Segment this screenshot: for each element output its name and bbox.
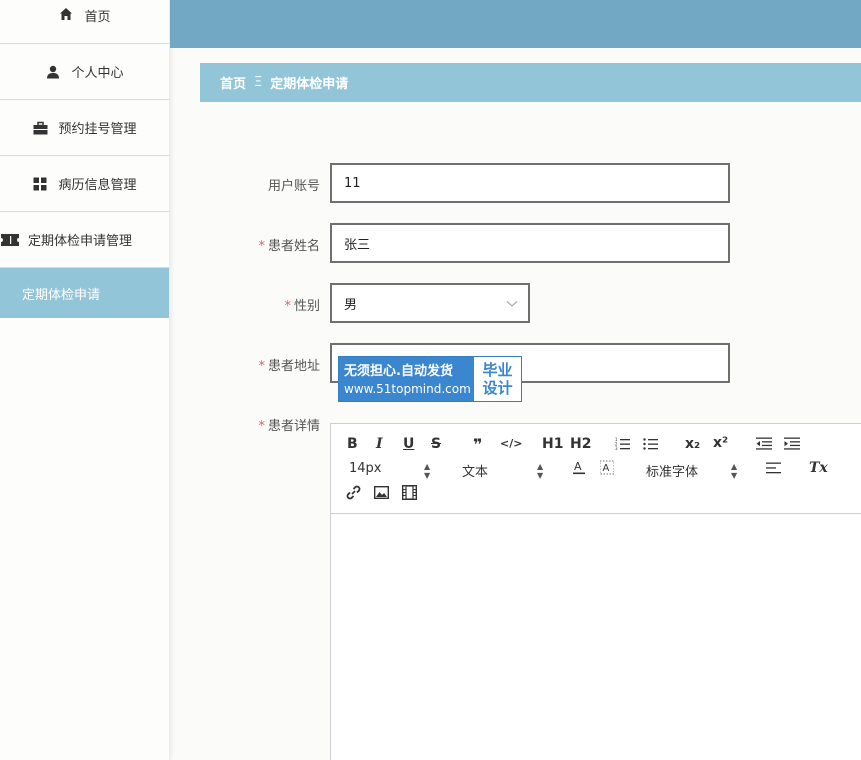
gender-label: * 性别 xyxy=(284,295,320,314)
svg-text:A: A xyxy=(574,460,582,473)
font-size-select[interactable]: 14px xyxy=(349,461,382,476)
h1-button[interactable]: H1 xyxy=(542,436,563,452)
name-value: 张三 xyxy=(344,237,371,253)
clear-format-button[interactable]: Tx xyxy=(809,460,828,476)
font-family-caret-icon: ▲ ▼ xyxy=(731,462,738,480)
sidebar-item-checkup-management[interactable]: 定期体检申请管理 xyxy=(0,212,169,268)
chevron-down-icon xyxy=(506,297,518,312)
sidebar-subitem-checkup-apply[interactable]: 定期体检申请 xyxy=(0,268,169,318)
header-bar xyxy=(170,0,861,48)
grid-icon xyxy=(32,176,48,192)
rich-text-editor: B I U S ❞ </> H1 H2 123 x₂ x² 14px ▲ ▼ 文本… xyxy=(330,423,861,760)
breadcrumb-current: 定期体检申请 xyxy=(270,77,349,92)
watermark-line2: www.51topmind.com xyxy=(344,382,471,396)
user-icon xyxy=(45,64,61,80)
quote-button[interactable]: ❞ xyxy=(473,435,482,454)
gender-value: 男 xyxy=(344,297,358,313)
ticket-icon xyxy=(0,232,20,248)
sidebar-item-profile[interactable]: 个人中心 xyxy=(0,44,169,100)
required-mark: * xyxy=(284,299,291,314)
watermark-badge: 无须担心.自动发货 www.51topmind.com 毕业 设计 xyxy=(338,356,522,402)
block-type-caret-icon: ▲ ▼ xyxy=(537,462,544,480)
breadcrumb-home[interactable]: 首页 xyxy=(220,73,246,92)
gender-select[interactable]: 男 xyxy=(330,283,530,323)
name-label-text: 患者姓名 xyxy=(267,239,320,254)
name-field[interactable]: 张三 xyxy=(330,223,730,263)
sidebar-item-records[interactable]: 病历信息管理 xyxy=(0,156,169,212)
sidebar-item-appointments[interactable]: 预约挂号管理 xyxy=(0,100,169,156)
watermark-side1: 毕业 xyxy=(482,361,513,379)
sidebar-item-home[interactable]: 首页 xyxy=(0,0,169,44)
subscript-button[interactable]: x₂ xyxy=(685,436,700,452)
bullet-list-icon[interactable] xyxy=(643,437,658,450)
code-button[interactable]: </> xyxy=(500,437,522,450)
watermark-left: 无须担心.自动发货 www.51topmind.com xyxy=(339,357,474,401)
watermark-right: 毕业 设计 xyxy=(474,357,521,401)
sidebar-item-label: 定期体检申请管理 xyxy=(28,234,133,249)
h2-button[interactable]: H2 xyxy=(570,436,591,452)
background-color-icon[interactable]: A xyxy=(600,460,614,475)
account-label-text: 用户账号 xyxy=(267,179,320,194)
address-label: * 患者地址 xyxy=(258,355,320,374)
breadcrumb-separator: Ξ xyxy=(254,75,263,90)
editor-toolbar: B I U S ❞ </> H1 H2 123 x₂ x² 14px ▲ ▼ 文本… xyxy=(331,424,861,514)
address-label-text: 患者地址 xyxy=(267,359,320,374)
required-mark: * xyxy=(258,239,265,254)
font-size-caret-icon: ▲ ▼ xyxy=(424,462,431,480)
font-color-icon[interactable]: A xyxy=(572,460,586,475)
font-family-select[interactable]: 标准字体 xyxy=(646,461,698,480)
details-label-text: 患者详情 xyxy=(267,419,320,434)
outdent-icon[interactable] xyxy=(756,437,772,450)
sidebar-item-label: 病历信息管理 xyxy=(58,178,137,193)
editor-content-area[interactable] xyxy=(331,514,861,760)
required-mark: * xyxy=(258,419,265,434)
sidebar: 首页 个人中心 预约挂号管理 病历信息管理 定期体检申请管理 定期体检申请 xyxy=(0,0,170,760)
watermark-side2: 设计 xyxy=(482,379,513,397)
strike-button[interactable]: S xyxy=(431,436,441,452)
svg-text:A: A xyxy=(603,463,610,474)
name-label: * 患者姓名 xyxy=(258,235,320,254)
required-mark: * xyxy=(258,359,265,374)
sidebar-item-label: 预约挂号管理 xyxy=(58,122,137,137)
align-icon[interactable] xyxy=(766,462,781,474)
account-field[interactable]: 11 xyxy=(330,163,730,203)
superscript-button[interactable]: x² xyxy=(713,435,728,451)
block-type-select[interactable]: 文本 xyxy=(462,461,488,480)
video-icon[interactable] xyxy=(402,485,417,500)
account-label: 用户账号 xyxy=(268,175,320,194)
italic-button[interactable]: I xyxy=(376,436,383,452)
underline-button[interactable]: U xyxy=(403,436,414,452)
sidebar-item-label: 首页 xyxy=(84,10,111,25)
details-label: * 患者详情 xyxy=(258,415,320,434)
watermark-line1: 无须担心.自动发货 xyxy=(344,364,453,379)
briefcase-icon xyxy=(32,120,48,136)
breadcrumb: 首页 Ξ 定期体检申请 xyxy=(200,63,861,102)
account-value: 11 xyxy=(344,175,361,191)
gender-label-text: 性别 xyxy=(293,299,320,314)
link-icon[interactable] xyxy=(346,485,361,500)
home-icon xyxy=(58,6,74,22)
bold-button[interactable]: B xyxy=(347,436,358,452)
svg-text:3: 3 xyxy=(615,446,618,450)
indent-icon[interactable] xyxy=(784,437,800,450)
sidebar-item-label: 个人中心 xyxy=(71,66,124,81)
ordered-list-icon[interactable]: 123 xyxy=(615,437,630,450)
sidebar-subitem-label: 定期体检申请 xyxy=(22,287,101,303)
image-icon[interactable] xyxy=(374,486,389,499)
